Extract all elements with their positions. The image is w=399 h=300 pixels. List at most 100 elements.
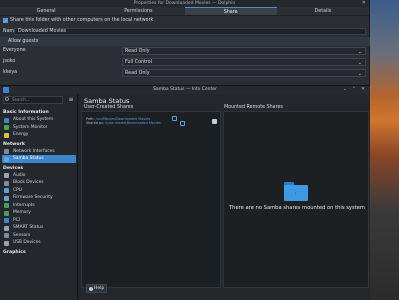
permission-select[interactable]: Read Only ⌄	[122, 47, 366, 55]
sidebar-item-icon	[4, 180, 9, 186]
help-label: Help	[94, 286, 105, 291]
sidebar-item-label: Firmware Security	[13, 195, 53, 200]
user-created-shares-panel: Path: /srv/Movies/Downloaded Movies Shar…	[81, 111, 221, 288]
sidebar-item-usb-devices[interactable]: USB Devices	[0, 239, 78, 247]
sidebar-item-label: Network Interfaces	[13, 148, 55, 154]
tab-permissions[interactable]: Permissions	[92, 7, 184, 15]
chevron-down-icon: ⌄	[357, 60, 362, 66]
shared-folder-icon: ⋮	[284, 182, 308, 201]
permission-user: Everyone	[3, 48, 26, 53]
search-input[interactable]: Search...	[3, 96, 63, 104]
sidebar-item-sensors[interactable]: Sensors	[0, 232, 78, 240]
chevron-down-icon: ⌄	[357, 49, 362, 55]
tab-share[interactable]: Share	[184, 7, 277, 15]
sidebar-item-icon	[4, 240, 9, 246]
sidebar-item-icon	[4, 225, 9, 231]
help-button[interactable]: Help	[86, 284, 107, 293]
permission-row-jsoko: jsoko Full Control ⌄	[0, 57, 370, 67]
share-entry: Path: /srv/Movies/Downloaded Movies Shar…	[86, 117, 161, 126]
share-folder-row: ✓ Share this folder with other computers…	[3, 18, 153, 23]
desktop-wallpaper	[370, 0, 399, 300]
permission-value: Read Only	[125, 71, 150, 76]
window-controls[interactable]: ⌄ ⌃ ✕	[343, 86, 367, 94]
page-title: Samba Status	[84, 97, 130, 105]
properties-window: Properties for Downloaded Movies — Dolph…	[0, 0, 370, 85]
permission-value: Full Control	[125, 60, 153, 65]
sidebar-item-energy[interactable]: Energy	[0, 131, 78, 139]
sidebar-item-icon	[4, 218, 9, 223]
permission-row-everyone: Everyone Read Only ⌄	[0, 46, 370, 56]
info-center-window: Samba Status — Info Center ⌄ ⌃ ✕ Search.…	[0, 85, 370, 300]
properties-tabs: General Permissions Share Details	[0, 7, 369, 16]
sidebar-item-firmware-security[interactable]: Firmware Security	[0, 194, 78, 202]
chevron-down-icon: ⌄	[357, 71, 362, 77]
sidebar-item-icon	[4, 125, 9, 130]
permission-select[interactable]: Full Control ⌄	[122, 58, 366, 66]
sidebar-item-samba-status[interactable]: Samba Status	[2, 155, 76, 163]
open-folder-icon[interactable]	[172, 116, 177, 121]
allow-guests-label: Allow guests	[8, 39, 39, 44]
sidebar-item-label: About this System	[13, 117, 54, 122]
sidebar-item-label: Interrupts	[13, 202, 35, 208]
empty-message: There are no Samba shares mounted on thi…	[229, 205, 365, 211]
share-name-field[interactable]: Downloaded Movies	[14, 28, 366, 35]
sidebar-item-smart-status[interactable]: SMART Status	[0, 224, 78, 232]
shared-as-label: Shared as:	[86, 121, 105, 126]
shared-as-link[interactable]: \\ube-media\Downloaded Movies	[105, 121, 161, 125]
sidebar-item-label: Samba Status	[13, 156, 44, 161]
tab-general[interactable]: General	[0, 7, 92, 15]
sidebar-item-audio[interactable]: Audio	[0, 172, 78, 180]
sidebar-item-icon	[4, 203, 9, 208]
sidebar-item-label: USB Devices	[13, 240, 41, 245]
sidebar-item-label: Sensors	[13, 232, 31, 238]
mounted-remote-shares-panel: ⋮ There are no Samba shares mounted on t…	[223, 111, 369, 288]
mounted-remote-shares-heading: Mounted Remote Shares	[224, 105, 283, 110]
sidebar-section-heading: Graphics	[3, 249, 26, 255]
sidebar-item-label: PCI	[13, 217, 21, 223]
sidebar-item-icon	[4, 210, 9, 216]
permission-user: kkeya	[3, 70, 18, 75]
user-created-shares-heading: User-Created Shares	[84, 105, 134, 110]
help-icon	[89, 286, 93, 291]
properties-title: Properties for Downloaded Movies — Dolph…	[133, 1, 236, 6]
sidebar-item-label: Energy	[13, 132, 29, 137]
sidebar-item-network-interfaces[interactable]: Network Interfaces	[0, 148, 78, 156]
search-icon	[5, 97, 9, 101]
edit-share-icon[interactable]	[212, 119, 217, 124]
sidebar-item-icon	[4, 132, 9, 138]
sidebar-item-icon	[4, 173, 9, 178]
sidebar-section-heading: Network	[3, 141, 25, 147]
sidebar-item-icon	[4, 195, 9, 201]
sidebar-item-icon	[4, 188, 9, 193]
permission-user: jsoko	[3, 59, 16, 64]
permission-select[interactable]: Read Only ⌄	[122, 69, 366, 77]
sidebar-item-icon	[4, 233, 9, 238]
sidebar-item-pci[interactable]: PCI	[0, 217, 78, 225]
sidebar-item-label: SMART Status	[13, 225, 44, 230]
permission-value: Read Only	[125, 49, 150, 54]
sidebar-item-memory[interactable]: Memory	[0, 209, 78, 217]
sidebar-item-label: System Monitor	[13, 124, 48, 130]
allow-guests-row[interactable]: Allow guests	[0, 37, 370, 46]
sidebar-section-heading: Basic Information	[3, 110, 49, 115]
app-icon	[3, 87, 9, 93]
sidebar-item-system-monitor[interactable]: System Monitor	[0, 124, 78, 132]
sidebar-item-block-devices[interactable]: Block Devices	[0, 179, 78, 187]
share-folder-checkbox[interactable]: ✓	[3, 18, 8, 23]
sidebar-item-interrupts[interactable]: Interrupts	[0, 202, 78, 210]
sidebar-item-cpu[interactable]: CPU	[0, 187, 78, 195]
sidebar-item-about-this-system[interactable]: About this System	[0, 116, 78, 124]
main-content: Samba Status User-Created Shares Mounted…	[79, 94, 370, 300]
info-center-titlebar: Samba Status — Info Center ⌄ ⌃ ✕	[0, 86, 370, 94]
sidebar-item-label: Audio	[13, 172, 26, 178]
sidebar-item-icon	[4, 117, 9, 123]
sidebar-section-heading: Devices	[3, 165, 24, 171]
tab-details[interactable]: Details	[277, 7, 369, 15]
hamburger-menu-icon[interactable]: ≡	[67, 96, 75, 104]
copy-icon[interactable]	[180, 121, 185, 126]
properties-titlebar: Properties for Downloaded Movies — Dolph…	[0, 0, 369, 7]
share-folder-label: Share this folder with other computers o…	[10, 18, 154, 23]
sidebar-item-label: CPU	[13, 187, 22, 193]
permission-row-kkeya: kkeya Read Only ⌄	[0, 68, 370, 78]
close-icon[interactable]: ✕	[362, 0, 366, 7]
